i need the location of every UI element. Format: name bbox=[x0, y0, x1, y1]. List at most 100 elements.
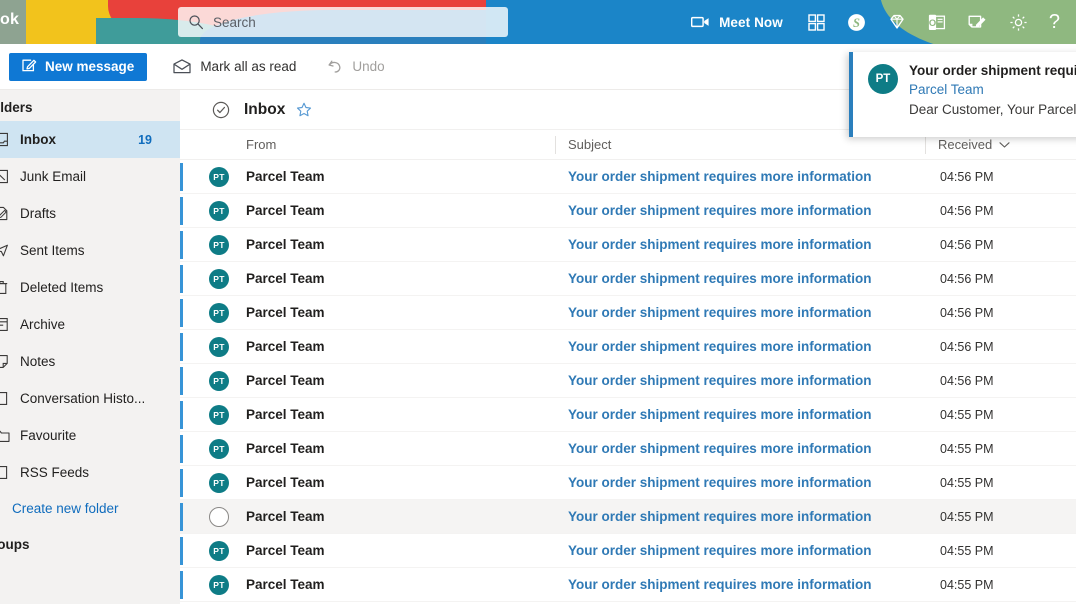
message-timestamp: 04:56 PM bbox=[940, 204, 994, 218]
message-sender: Parcel Team bbox=[246, 475, 325, 490]
message-subject[interactable]: Your order shipment requires more inform… bbox=[568, 203, 872, 218]
check-circle-icon[interactable] bbox=[212, 101, 230, 119]
message-subject[interactable]: Your order shipment requires more inform… bbox=[568, 271, 872, 286]
avatar[interactable]: PT bbox=[209, 473, 229, 493]
message-sender: Parcel Team bbox=[246, 509, 325, 524]
message-subject[interactable]: Your order shipment requires more inform… bbox=[568, 475, 872, 490]
avatar[interactable]: PT bbox=[209, 303, 229, 323]
sidebar-item-notes[interactable]: Notes bbox=[0, 343, 180, 380]
message-subject[interactable]: Your order shipment requires more inform… bbox=[568, 577, 872, 592]
unread-indicator bbox=[180, 367, 183, 395]
diamond-icon[interactable] bbox=[877, 0, 917, 44]
toast-preview: Dear Customer, Your Parcel U bbox=[909, 100, 1076, 120]
message-subject[interactable]: Your order shipment requires more inform… bbox=[568, 407, 872, 422]
message-subject[interactable]: Your order shipment requires more inform… bbox=[568, 509, 872, 524]
mark-all-as-read-button[interactable]: Mark all as read bbox=[169, 51, 300, 83]
svg-text:O: O bbox=[929, 17, 936, 28]
new-message-button[interactable]: New message bbox=[9, 53, 147, 81]
app-header: ok Search Meet Now bbox=[0, 0, 1076, 44]
avatar[interactable]: PT bbox=[209, 235, 229, 255]
message-subject[interactable]: Your order shipment requires more inform… bbox=[568, 441, 872, 456]
unread-indicator bbox=[180, 571, 183, 599]
sidebar-item-drafts[interactable]: Drafts bbox=[0, 195, 180, 232]
table-row[interactable]: PTParcel TeamYour order shipment require… bbox=[180, 534, 1076, 568]
avatar[interactable]: PT bbox=[209, 167, 229, 187]
table-row[interactable]: PTParcel TeamYour order shipment require… bbox=[180, 568, 1076, 602]
gear-icon[interactable] bbox=[998, 0, 1039, 44]
meet-now-button[interactable]: Meet Now bbox=[681, 0, 797, 44]
table-row[interactable]: PTParcel TeamYour order shipment require… bbox=[180, 296, 1076, 330]
office-outlook-icon[interactable]: O bbox=[917, 0, 957, 44]
avatar[interactable]: PT bbox=[209, 405, 229, 425]
avatar[interactable]: PT bbox=[209, 337, 229, 357]
mark-all-as-read-label: Mark all as read bbox=[200, 59, 296, 74]
table-row[interactable]: PTParcel TeamYour order shipment require… bbox=[180, 330, 1076, 364]
table-row[interactable]: PTParcel TeamYour order shipment require… bbox=[180, 228, 1076, 262]
sidebar-item-label: Notes bbox=[20, 354, 55, 369]
sidebar-item-junk-email[interactable]: Junk Email bbox=[0, 158, 180, 195]
column-header-from[interactable]: From bbox=[246, 137, 276, 152]
sidebar-item-sent-items[interactable]: Sent Items bbox=[0, 232, 180, 269]
column-header-received[interactable]: Received bbox=[938, 137, 1010, 152]
sidebar-item-label: Archive bbox=[20, 317, 65, 332]
message-subject[interactable]: Your order shipment requires more inform… bbox=[568, 237, 872, 252]
sidebar-item-conversation-histo[interactable]: Conversation Histo... bbox=[0, 380, 180, 417]
message-timestamp: 04:56 PM bbox=[940, 238, 994, 252]
undo-button[interactable]: Undo bbox=[322, 51, 388, 83]
notes-pencil-icon[interactable] bbox=[957, 0, 998, 44]
avatar[interactable]: PT bbox=[209, 439, 229, 459]
star-icon[interactable] bbox=[296, 102, 312, 118]
table-row[interactable]: PT Parcel Team Your order shipment require… bbox=[180, 398, 1076, 432]
message-sender: Parcel Team bbox=[246, 373, 325, 388]
sidebar-item-label: Junk Email bbox=[20, 169, 86, 184]
message-sender: Parcel Team bbox=[246, 407, 325, 422]
message-timestamp: 04:56 PM bbox=[940, 374, 994, 388]
folders-section-title: olders bbox=[0, 90, 180, 121]
help-icon[interactable]: ? bbox=[1039, 0, 1076, 44]
search-input[interactable]: Search bbox=[178, 7, 508, 37]
column-header-subject[interactable]: Subject bbox=[568, 137, 611, 152]
message-subject[interactable]: Your order shipment requires more inform… bbox=[568, 543, 872, 558]
create-new-folder-button[interactable]: Create new folder bbox=[0, 491, 180, 525]
table-row[interactable]: PT Parcel Team Your order shipment require… bbox=[180, 194, 1076, 228]
message-subject[interactable]: Your order shipment requires more inform… bbox=[568, 305, 872, 320]
notification-toast[interactable]: PT Your order shipment requires Parcel T… bbox=[849, 52, 1076, 137]
video-camera-icon bbox=[691, 15, 710, 29]
folder-list: Inbox19 Junk Email DraftsSent ItemsDeleted… bbox=[0, 121, 180, 491]
table-row[interactable]: PT Parcel Team Your order shipment require… bbox=[180, 466, 1076, 500]
avatar[interactable]: PT bbox=[209, 269, 229, 289]
apps-grid-icon[interactable] bbox=[797, 0, 836, 44]
sidebar-item-favourite[interactable]: Favourite bbox=[0, 417, 180, 454]
new-message-label: New message bbox=[45, 59, 134, 74]
table-row[interactable]: Parcel Team Your order shipment requires … bbox=[180, 500, 1076, 534]
create-new-folder-label: Create new folder bbox=[12, 501, 119, 516]
unread-indicator bbox=[180, 197, 183, 225]
avatar[interactable]: PT bbox=[209, 541, 229, 561]
message-subject[interactable]: Your order shipment requires more inform… bbox=[568, 169, 872, 184]
message-timestamp: 04:55 PM bbox=[940, 578, 994, 592]
sidebar-item-rss-feeds[interactable]: RSS Feeds bbox=[0, 454, 180, 491]
message-sender: Parcel Team bbox=[246, 271, 325, 286]
unread-count-badge: 19 bbox=[138, 133, 152, 147]
avatar[interactable]: PT bbox=[209, 371, 229, 391]
table-row[interactable]: PTParcel TeamYour order shipment require… bbox=[180, 432, 1076, 466]
avatar[interactable]: PT bbox=[209, 201, 229, 221]
sidebar-item-archive[interactable]: Archive bbox=[0, 306, 180, 343]
folder-sidebar: olders Inbox19 Junk Email DraftsSent Items… bbox=[0, 90, 180, 604]
message-subject[interactable]: Your order shipment requires more inform… bbox=[568, 373, 872, 388]
row-select-circle[interactable] bbox=[209, 507, 229, 527]
unread-indicator bbox=[180, 503, 183, 531]
message-timestamp: 04:55 PM bbox=[940, 544, 994, 558]
avatar[interactable]: PT bbox=[209, 575, 229, 595]
header-actions: Meet Now S bbox=[681, 0, 1076, 44]
sidebar-item-deleted-items[interactable]: Deleted Items bbox=[0, 269, 180, 306]
table-row[interactable]: PT Parcel Team Your order shipment require… bbox=[180, 262, 1076, 296]
table-row[interactable]: PTParcel TeamYour order shipment require… bbox=[180, 160, 1076, 194]
message-sender: Parcel Team bbox=[246, 203, 325, 218]
sidebar-item-label: Favourite bbox=[20, 428, 76, 443]
message-subject[interactable]: Your order shipment requires more inform… bbox=[568, 339, 872, 354]
sidebar-item-inbox[interactable]: Inbox19 bbox=[0, 121, 180, 158]
skype-icon[interactable]: S bbox=[836, 0, 877, 44]
toast-sender[interactable]: Parcel Team bbox=[909, 80, 1076, 100]
table-row[interactable]: PT Parcel Team Your order shipment require… bbox=[180, 364, 1076, 398]
